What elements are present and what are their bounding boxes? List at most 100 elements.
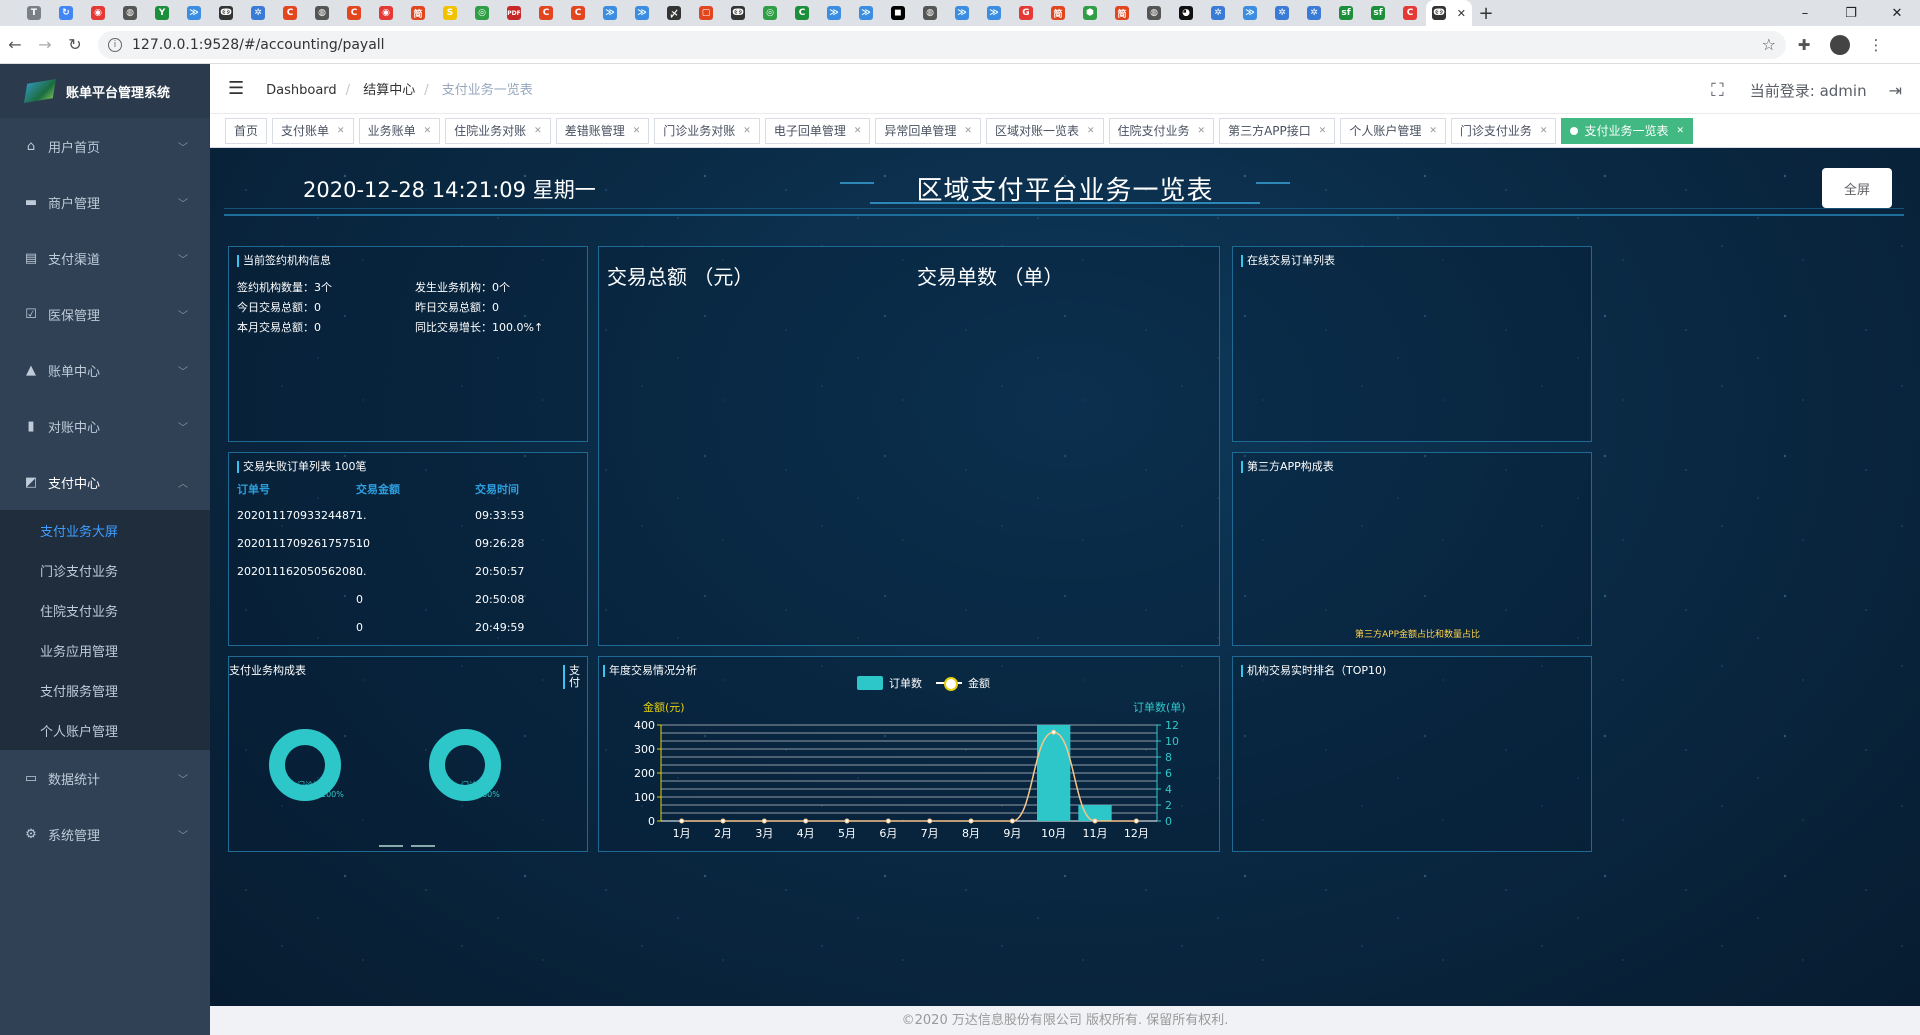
browser-tab[interactable]: ≫ [978, 0, 1010, 26]
sidebar-item-clipboard[interactable]: ▤ 支付渠道 ﹀ [0, 230, 210, 286]
fullscreen-icon[interactable]: ⛶ [1711, 80, 1724, 101]
browser-tab[interactable]: 简 [1106, 0, 1138, 26]
sidebar-item-pay-center[interactable]: ◩ 支付中心 ︿ [0, 454, 210, 510]
close-icon[interactable]: ✕ [534, 126, 542, 136]
browser-tab[interactable]: C [786, 0, 818, 26]
browser-tab[interactable]: ↂ [722, 0, 754, 26]
browser-tab[interactable]: ▢ [690, 0, 722, 26]
browser-tab[interactable]: ◍ [1138, 0, 1170, 26]
close-icon[interactable]: ✕ [1198, 126, 1206, 136]
close-icon[interactable]: ✕ [1676, 126, 1684, 136]
breadcrumb-item[interactable]: Dashboard [266, 83, 337, 98]
carousel-dot[interactable] [379, 845, 403, 847]
close-icon[interactable]: ✕ [1319, 126, 1327, 136]
browser-tab[interactable]: ⬢ [1074, 0, 1106, 26]
tag-item[interactable]: 住院业务对账 ✕ [445, 117, 551, 144]
submenu-item[interactable]: 个人账户管理 [0, 710, 210, 750]
carousel-dot[interactable] [411, 845, 435, 847]
browser-tab[interactable]: ◍ [114, 0, 146, 26]
browser-tab[interactable]: C [338, 0, 370, 26]
site-info-icon[interactable]: i [108, 37, 122, 52]
submenu-item[interactable]: 住院支付业务 [0, 590, 210, 630]
browser-tab[interactable]: C [562, 0, 594, 26]
close-icon[interactable]: ✕ [1429, 126, 1437, 136]
browser-tab[interactable]: C [1394, 0, 1426, 26]
tag-item[interactable]: 异常回单管理 ✕ [875, 117, 981, 144]
sidebar-item-store[interactable]: ▬ 商户管理 ﹀ [0, 174, 210, 230]
browser-tab[interactable]: C [530, 0, 562, 26]
browser-tab[interactable]: ✲ [1202, 0, 1234, 26]
logout-icon[interactable]: ⇥ [1889, 81, 1902, 100]
tag-item[interactable]: 差错账管理 ✕ [555, 117, 650, 144]
close-icon[interactable]: ✕ [1540, 126, 1548, 136]
browser-tab[interactable]: ◼ [882, 0, 914, 26]
tag-item[interactable]: 门诊业务对账 ✕ [654, 117, 760, 144]
breadcrumb-item[interactable]: 结算中心 [363, 83, 415, 98]
close-icon[interactable]: ✕ [854, 126, 862, 136]
browser-tab[interactable]: ≫ [850, 0, 882, 26]
browser-tab[interactable]: S [434, 0, 466, 26]
tag-item[interactable]: 电子回单管理 ✕ [764, 117, 871, 144]
tag-item[interactable]: 第三方APP接口 ✕ [1219, 117, 1336, 144]
close-icon[interactable]: ✕ [424, 126, 432, 136]
browser-tab[interactable]: Y [146, 0, 178, 26]
submenu-item[interactable]: 业务应用管理 [0, 630, 210, 670]
sidebar-item-check-square[interactable]: ☑ 医保管理 ﹀ [0, 286, 210, 342]
browser-tab[interactable]: ◉ [82, 0, 114, 26]
hamburger-icon[interactable]: ☰ [228, 78, 244, 99]
submenu-item[interactable]: 门诊支付业务 [0, 550, 210, 590]
browser-tab[interactable]: ◍ [306, 0, 338, 26]
browser-tab[interactable]: ↂ ✕ [1426, 0, 1472, 26]
tag-item[interactable]: 门诊支付业务 ✕ [1450, 117, 1557, 144]
browser-tab[interactable]: ✲ [1266, 0, 1298, 26]
browser-tab[interactable]: ✲ [242, 0, 274, 26]
back-icon[interactable]: ← [0, 35, 30, 54]
browser-tab[interactable]: ◕ [1170, 0, 1202, 26]
tag-item[interactable]: 个人账户管理 ✕ [1340, 117, 1446, 144]
close-window-icon[interactable]: ✕ [1874, 0, 1920, 26]
tag-item[interactable]: 住院支付业务 ✕ [1108, 117, 1215, 144]
browser-tab[interactable]: ◎ [754, 0, 786, 26]
restore-icon[interactable]: ❐ [1828, 0, 1874, 26]
submenu-item[interactable]: 支付业务大屏 [0, 510, 210, 550]
sidebar-item-bar-chart[interactable]: ▮ 对账中心 ﹀ [0, 398, 210, 454]
browser-tab[interactable]: ≫ [946, 0, 978, 26]
tag-item[interactable]: 支付业务一览表 ✕ [1561, 117, 1693, 144]
browser-tab[interactable]: T [18, 0, 50, 26]
browser-tab[interactable]: sf [1362, 0, 1394, 26]
browser-tab[interactable]: sf [1330, 0, 1362, 26]
browser-tab[interactable]: ≫ [178, 0, 210, 26]
sidebar-logo[interactable]: 账单平台管理系统 [0, 64, 210, 118]
tag-item[interactable]: 支付账单 ✕ [272, 117, 354, 144]
close-icon[interactable]: ✕ [964, 126, 972, 136]
reload-icon[interactable]: ↻ [60, 35, 90, 54]
sidebar-item-thumb[interactable]: ▲ 账单中心 ﹀ [0, 342, 210, 398]
sidebar-item-monitor[interactable]: ▭ 数据统计 ﹀ [0, 750, 210, 806]
bookmark-star-icon[interactable]: ☆ [1762, 35, 1776, 54]
browser-tab[interactable]: 简 [1042, 0, 1074, 26]
close-tab-icon[interactable]: ✕ [1457, 7, 1466, 20]
extensions-icon[interactable]: ✚ [1786, 36, 1822, 54]
browser-tab[interactable]: ◉ [370, 0, 402, 26]
minimize-icon[interactable]: – [1782, 0, 1828, 26]
browser-tab[interactable]: ↻ [50, 0, 82, 26]
tag-item[interactable]: 业务账单 ✕ [358, 117, 441, 144]
browser-tab[interactable]: ≫ [594, 0, 626, 26]
browser-tab[interactable]: PDF [498, 0, 530, 26]
address-input[interactable]: i 127.0.0.1:9528/#/accounting/payall ☆ [98, 30, 1786, 59]
browser-tab[interactable]: ≫ [818, 0, 850, 26]
browser-tab[interactable]: C [274, 0, 306, 26]
browser-tab[interactable]: 简 [402, 0, 434, 26]
tag-item[interactable]: 区域对账一览表 ✕ [985, 117, 1104, 144]
tag-item[interactable]: 首页 [225, 117, 268, 144]
new-tab-icon[interactable]: + [1472, 0, 1500, 26]
browser-tab[interactable]: ◍ [914, 0, 946, 26]
close-icon[interactable]: ✕ [633, 126, 641, 136]
browser-tab[interactable]: ↂ [210, 0, 242, 26]
profile-avatar[interactable] [1830, 34, 1850, 55]
fullscreen-button[interactable]: 全屏 [1822, 168, 1892, 208]
browser-tab[interactable]: ✲ [1298, 0, 1330, 26]
browser-menu-icon[interactable]: ⋮ [1858, 36, 1894, 54]
close-icon[interactable]: ✕ [743, 126, 751, 136]
submenu-item[interactable]: 支付服务管理 [0, 670, 210, 710]
